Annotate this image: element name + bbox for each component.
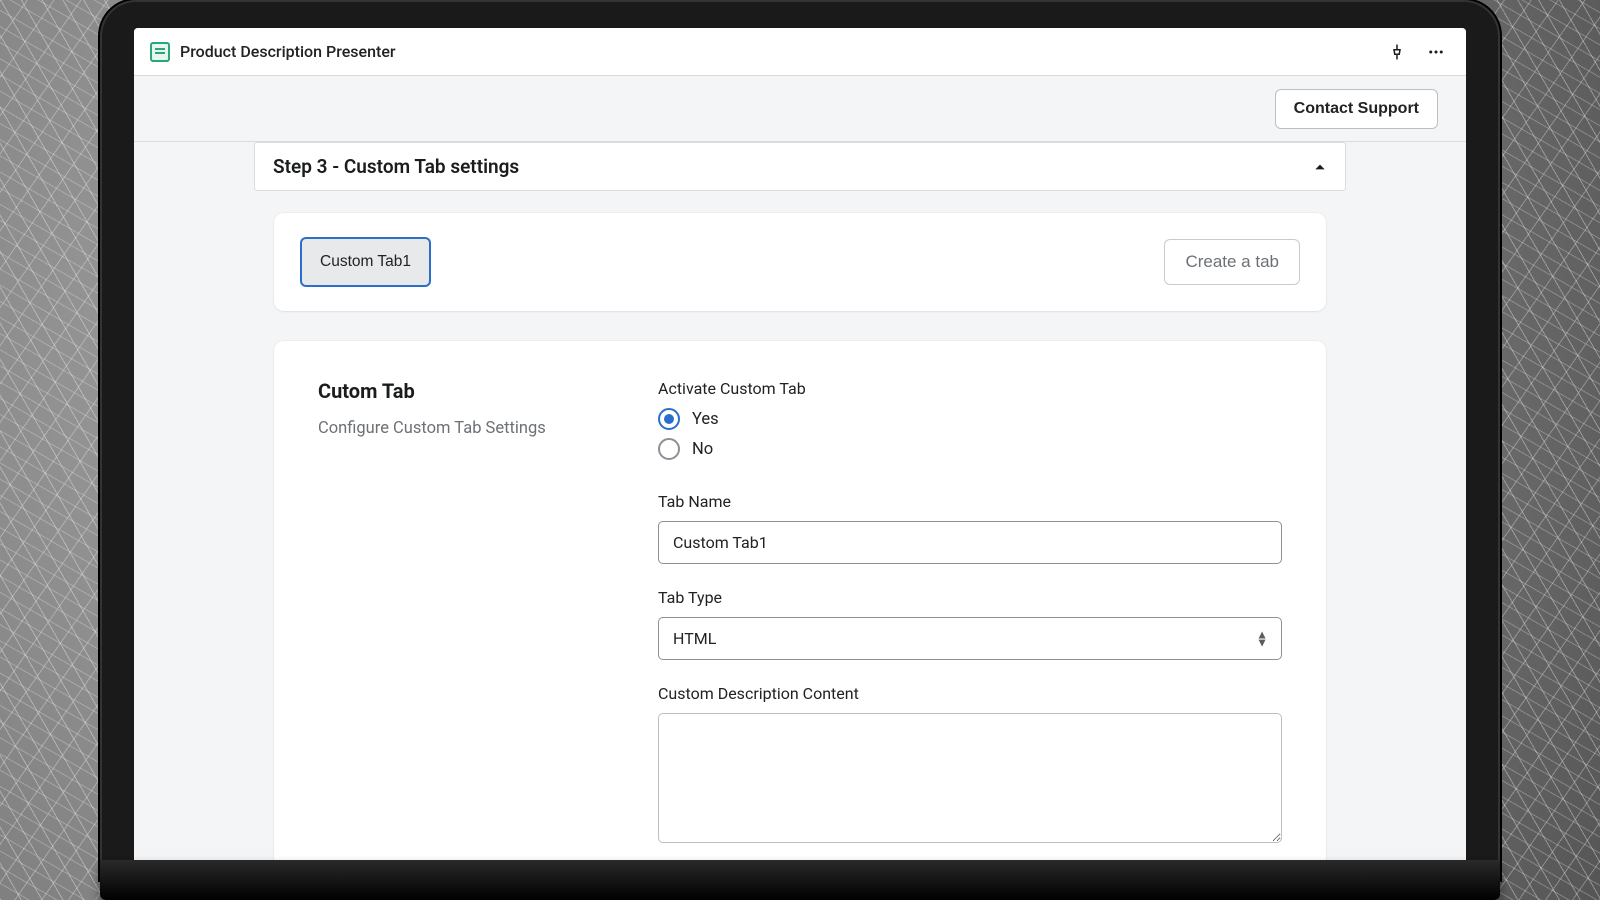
settings-heading: Cutom Tab xyxy=(318,379,618,403)
radio-yes-label: Yes xyxy=(692,410,719,429)
tab-type-field: Tab Type ▲▼ xyxy=(658,588,1282,660)
pin-icon[interactable] xyxy=(1384,39,1410,65)
radio-yes[interactable]: Yes xyxy=(658,408,1282,430)
accordion-header[interactable]: Step 3 - Custom Tab settings xyxy=(255,143,1345,190)
actionbar: Contact Support xyxy=(134,76,1466,142)
accordion-title: Step 3 - Custom Tab settings xyxy=(273,155,519,178)
tab-name-field: Tab Name xyxy=(658,492,1282,564)
settings-card: Cutom Tab Configure Custom Tab Settings … xyxy=(274,341,1326,880)
tab-name-label: Tab Name xyxy=(658,492,1282,511)
laptop-frame: Product Description Presenter Contact Su… xyxy=(100,0,1500,880)
create-tab-button[interactable]: Create a tab xyxy=(1164,239,1300,285)
custom-desc-label: Custom Description Content xyxy=(658,684,1282,703)
content-area: Step 3 - Custom Tab settings Custom Tab1… xyxy=(134,142,1466,880)
settings-right: Activate Custom Tab Yes No Tab Name xyxy=(658,379,1282,847)
tab-chip-custom-tab1[interactable]: Custom Tab1 xyxy=(300,237,431,287)
tabs-card: Custom Tab1 Create a tab xyxy=(274,213,1326,311)
app-title: Product Description Presenter xyxy=(180,42,396,61)
activate-field: Activate Custom Tab Yes No xyxy=(658,379,1282,468)
settings-subheading: Configure Custom Tab Settings xyxy=(318,419,618,438)
app-icon xyxy=(150,42,170,62)
tab-type-select[interactable] xyxy=(658,617,1282,660)
more-icon[interactable] xyxy=(1422,39,1450,65)
radio-yes-input[interactable] xyxy=(658,408,680,430)
chevron-up-icon xyxy=(1313,160,1327,174)
settings-left: Cutom Tab Configure Custom Tab Settings xyxy=(318,379,618,847)
app-screen: Product Description Presenter Contact Su… xyxy=(134,28,1466,880)
radio-no-input[interactable] xyxy=(658,438,680,460)
titlebar: Product Description Presenter xyxy=(134,28,1466,76)
contact-support-button[interactable]: Contact Support xyxy=(1275,89,1438,129)
laptop-base xyxy=(100,860,1500,900)
radio-no-label: No xyxy=(692,440,713,459)
tab-type-label: Tab Type xyxy=(658,588,1282,607)
tab-name-input[interactable] xyxy=(658,521,1282,564)
activate-label: Activate Custom Tab xyxy=(658,379,1282,398)
custom-desc-textarea[interactable] xyxy=(658,713,1282,843)
custom-desc-field: Custom Description Content xyxy=(658,684,1282,847)
accordion-step3: Step 3 - Custom Tab settings xyxy=(254,142,1346,191)
radio-no[interactable]: No xyxy=(658,438,1282,460)
